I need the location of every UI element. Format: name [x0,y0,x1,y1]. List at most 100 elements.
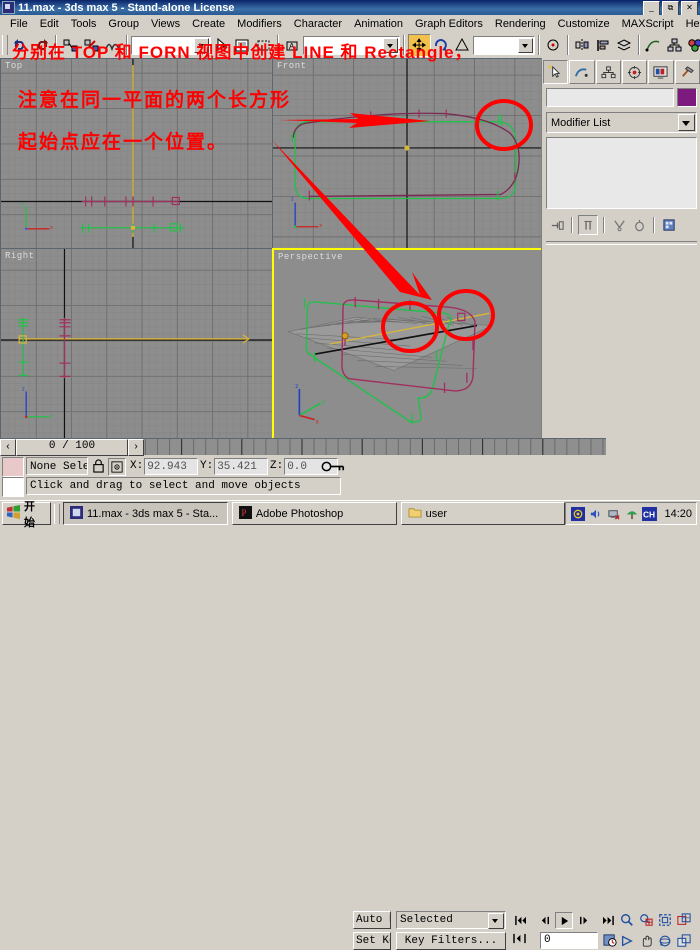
modify-tab[interactable] [569,60,595,84]
go-to-start-icon[interactable] [512,913,528,928]
menu-rendering[interactable]: Rendering [489,17,552,31]
menu-graph-editors[interactable]: Graph Editors [409,17,489,31]
taskbar-item-max[interactable]: 11.max - 3ds max 5 - Sta... [63,502,228,525]
update-icon[interactable] [624,506,639,521]
menu-tools[interactable]: Tools [65,17,103,31]
chevron-down-icon[interactable] [488,913,504,929]
go-to-end-icon[interactable] [600,913,616,928]
absolute-relative-icon[interactable] [108,458,126,476]
speaker-icon[interactable] [588,506,603,521]
prompt-line: Click and drag to select and move object… [26,477,341,495]
object-color-swatch[interactable] [677,88,697,107]
menu-modifiers[interactable]: Modifiers [231,17,288,31]
remove-modifier-icon[interactable] [630,216,648,234]
menu-character[interactable]: Character [288,17,348,31]
field-of-view-icon[interactable] [618,932,635,949]
menu-create[interactable]: Create [186,17,231,31]
display-tab[interactable] [648,60,674,84]
taskbar-clock[interactable]: 14:20 [664,508,692,520]
align-icon[interactable] [593,35,614,56]
viewport-perspective[interactable]: z y x Perspective [272,248,545,442]
y-field[interactable]: 35.421 [214,457,269,475]
modifier-list-dropdown[interactable]: Modifier List [546,112,697,133]
annotation-line-3: 起始点应在一个位置。 [18,132,229,153]
set-key-button[interactable]: Set Key [353,932,391,950]
arc-rotate-icon[interactable] [656,932,673,949]
current-frame-field[interactable]: 0 [540,932,598,949]
key-mode-toggle-icon[interactable] [512,933,527,944]
windows-logo-icon [6,505,21,522]
object-name-field[interactable] [546,88,674,107]
menu-customize[interactable]: Customize [552,17,616,31]
zoom-all-icon[interactable] [637,911,654,928]
prev-frame-arrow[interactable]: ‹ [0,439,16,456]
menu-edit[interactable]: Edit [34,17,65,31]
menu-file[interactable]: File [4,17,34,31]
taskbar-item-user[interactable]: user [400,502,566,525]
zoom-extents-icon[interactable] [656,911,673,928]
menu-group[interactable]: Group [102,17,145,31]
time-configuration-icon[interactable] [602,932,619,949]
title-bar: 11.max - 3ds max 5 - Stand-alone License… [0,0,700,16]
svg-text:z: z [295,383,298,390]
3dsmax-application-window: 11.max - 3ds max 5 - Stand-alone License… [0,0,700,950]
z-label: Z: [270,460,284,472]
menu-maxscript[interactable]: MAXScript [616,17,680,31]
y-coordinate[interactable]: Y: 35.421 [200,457,269,475]
close-button[interactable]: ✕ [681,1,698,16]
schematic-view-icon[interactable] [664,35,685,56]
play-animation-icon[interactable] [555,912,573,929]
motion-tab[interactable] [621,60,648,84]
volume-icon[interactable] [570,506,585,521]
utilities-tab[interactable] [674,60,700,84]
viewport-front[interactable]: z x Front [272,58,543,249]
taskbar-grip[interactable] [54,503,60,524]
lock-selection-icon[interactable] [90,458,106,474]
pan-icon[interactable] [637,932,654,949]
use-pivot-center-icon[interactable] [543,35,564,56]
zoom-icon[interactable] [618,911,635,928]
network-icon[interactable] [606,506,621,521]
toolbar-grip[interactable] [2,35,8,55]
material-editor-icon[interactable] [685,35,700,56]
panel-divider [571,217,573,233]
toolbar-separator [567,35,569,55]
chevron-down-icon[interactable] [518,37,533,53]
zoom-extents-all-icon[interactable] [675,911,692,928]
menu-animation[interactable]: Animation [348,17,409,31]
panel-separator [546,241,697,245]
viewport-right[interactable]: z y Right [0,248,273,440]
next-frame-arrow[interactable]: › [128,439,144,456]
ime-icon[interactable]: CH [642,506,658,521]
minimize-button[interactable]: _ [643,1,660,16]
maximize-button[interactable]: ⧉ [662,1,679,16]
current-frame-label[interactable]: 0 / 100 [16,439,128,456]
show-end-result-icon[interactable] [578,215,598,235]
key-scope-combo[interactable]: Selected [396,911,506,929]
make-unique-icon[interactable] [610,216,628,234]
reference-coordinate-combo[interactable] [473,35,535,55]
start-button[interactable]: 开始 [2,501,52,529]
min-max-toggle-icon[interactable] [675,932,692,949]
next-frame-icon[interactable] [575,913,591,928]
hierarchy-tab[interactable] [595,60,621,84]
create-tab[interactable] [543,60,569,84]
window-controls: _ ⧉ ✕ [643,1,698,16]
key-filters-button[interactable]: Key Filters... [396,932,506,950]
svg-text:x: x [316,419,319,426]
chevron-down-icon[interactable] [678,114,695,131]
taskbar-item-photoshop[interactable]: P Adobe Photoshop [231,502,397,525]
modifier-stack-list[interactable] [546,137,697,209]
curve-editor-icon[interactable] [643,35,664,56]
x-coordinate[interactable]: X: 92.943 [130,457,199,475]
menu-views[interactable]: Views [145,17,186,31]
layer-manager-icon[interactable] [614,35,635,56]
pin-stack-icon[interactable] [548,216,566,234]
menu-help[interactable]: Help [680,17,700,31]
previous-frame-icon[interactable] [537,913,553,928]
x-field[interactable]: 92.943 [144,457,199,475]
configure-sets-icon[interactable] [660,216,678,234]
auto-key-button[interactable]: Auto Key [353,911,391,929]
mirror-icon[interactable] [572,35,593,56]
key-mode-icon[interactable] [318,459,348,474]
